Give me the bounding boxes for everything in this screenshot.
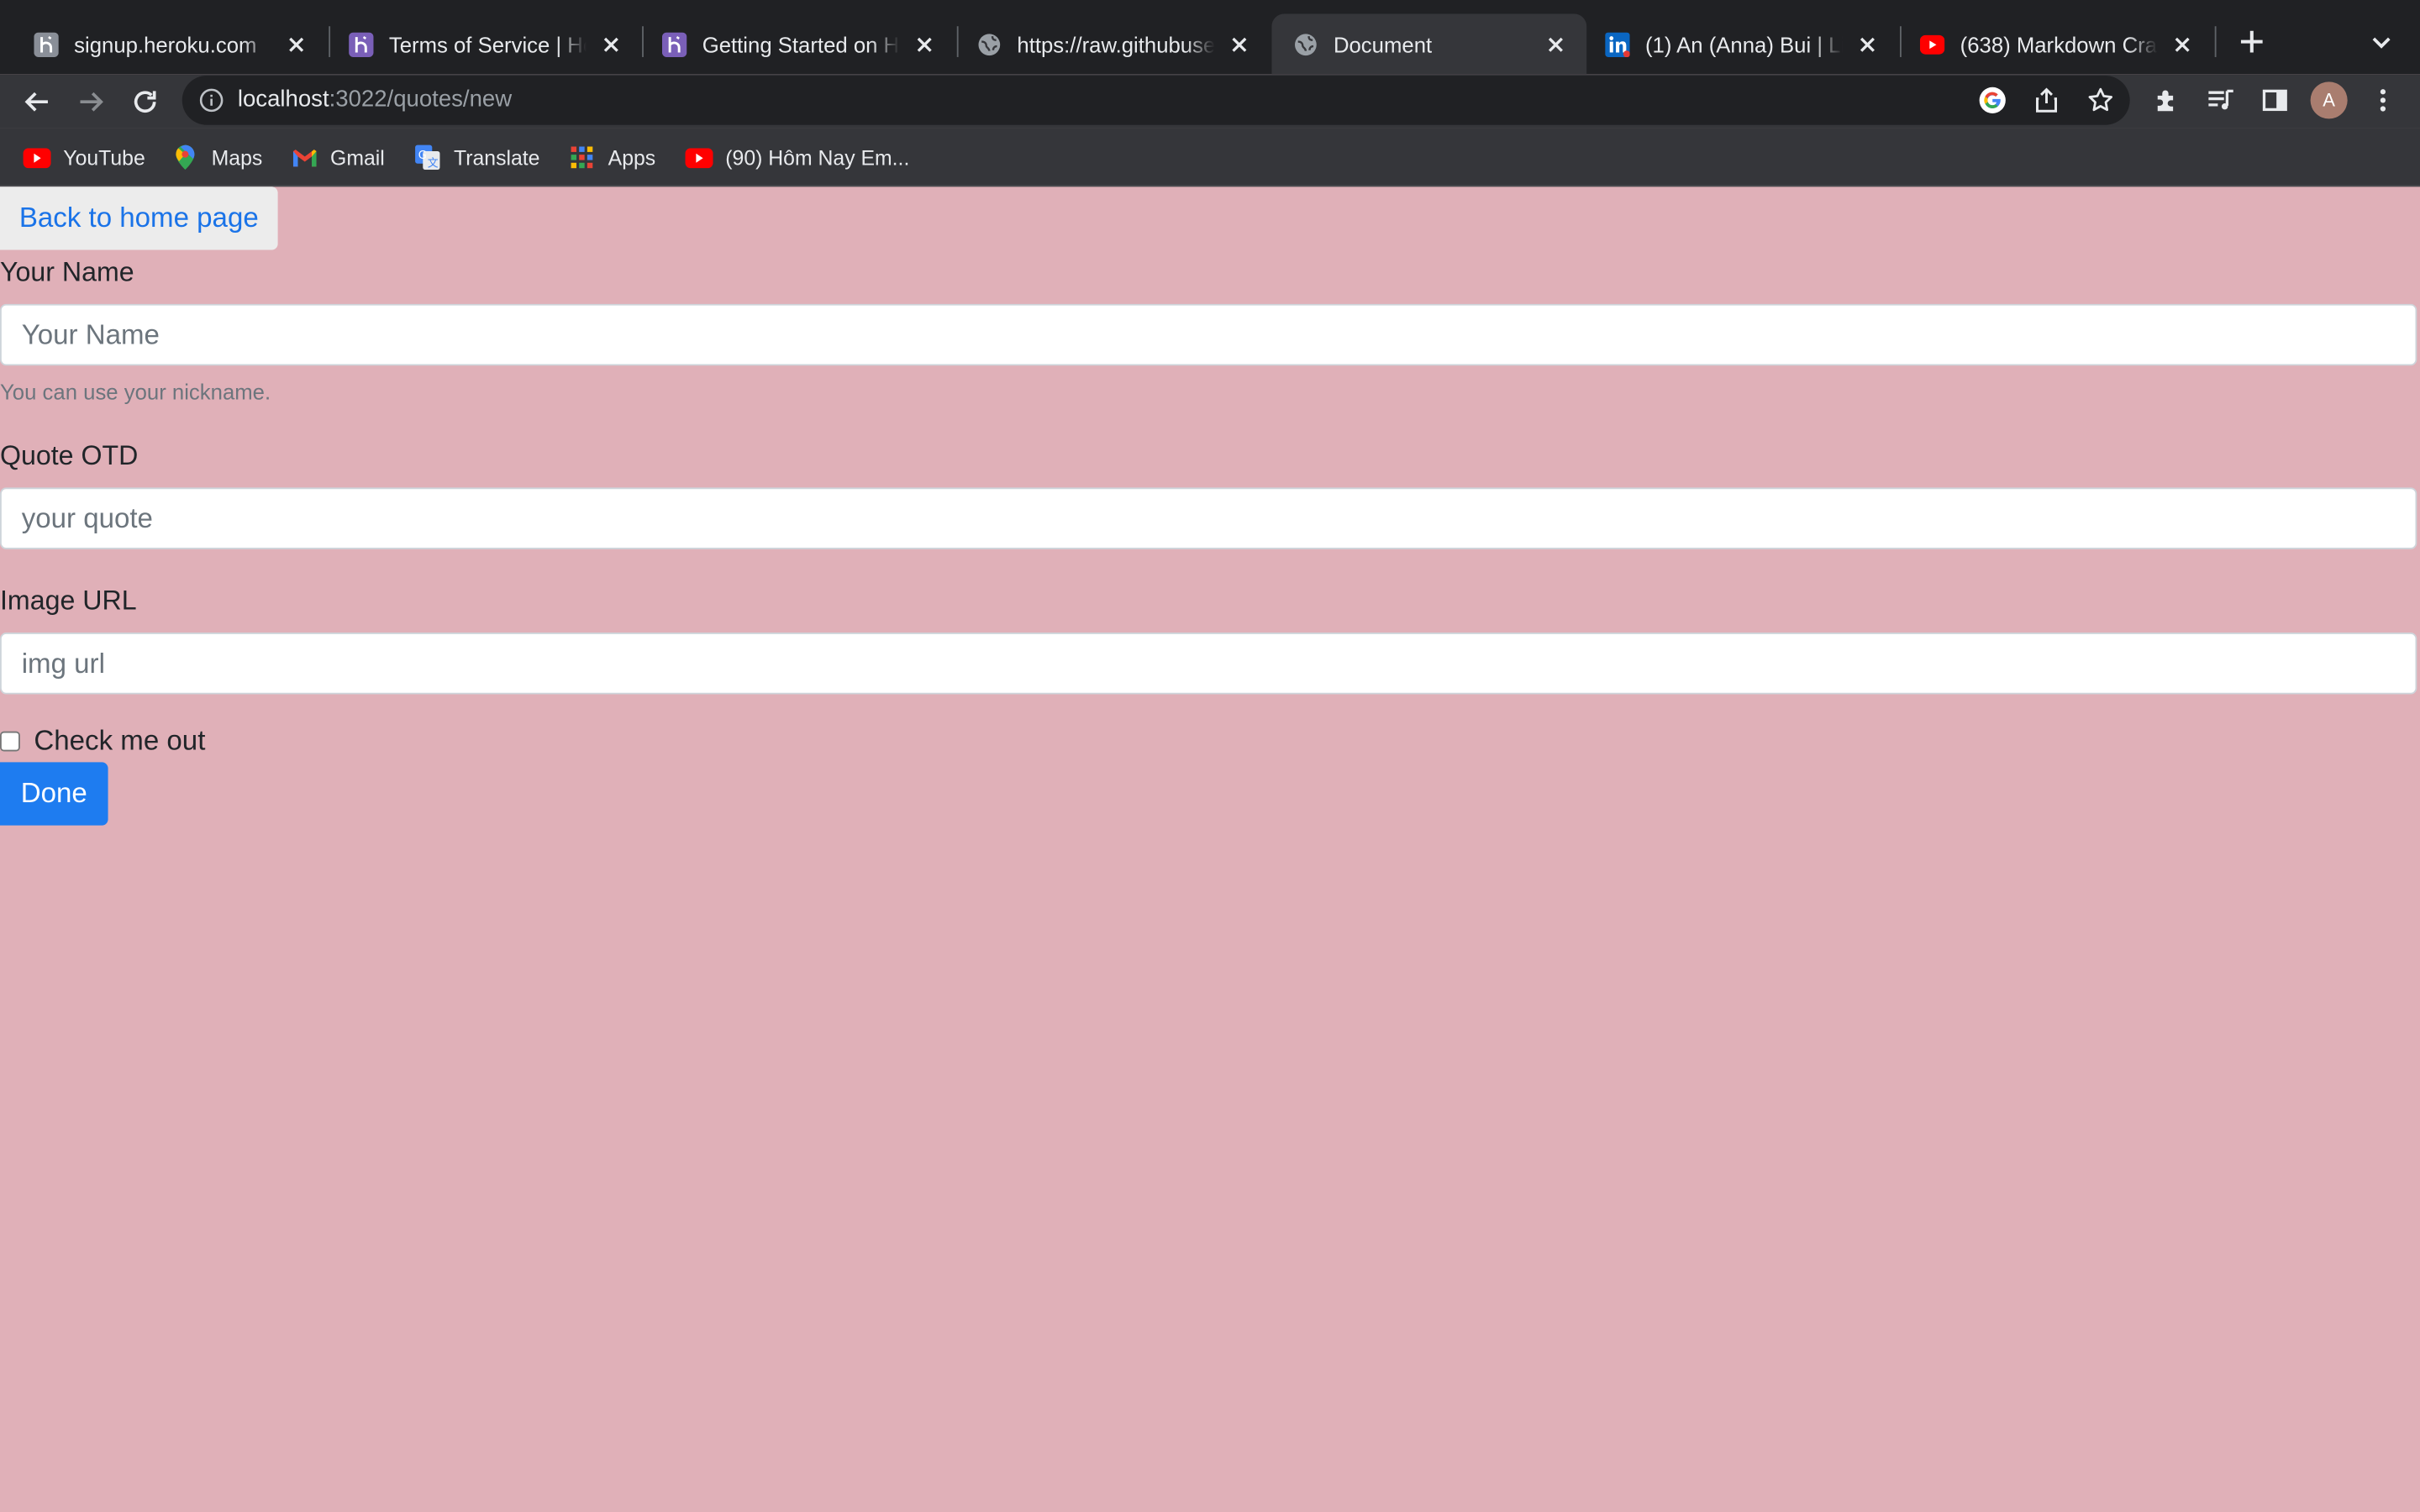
new-tab-plus-icon[interactable] xyxy=(2235,24,2269,58)
google-lens-icon[interactable] xyxy=(1979,87,2007,114)
tab-close-icon[interactable] xyxy=(599,32,623,56)
tab-heroku-getting-started[interactable]: Getting Started on Heroku xyxy=(629,14,955,75)
tab-raw-github[interactable]: https://raw.githubusercontent.com xyxy=(943,14,1270,75)
side-panel-icon[interactable] xyxy=(2261,87,2289,114)
tab-close-icon[interactable] xyxy=(1855,32,1880,56)
share-icon[interactable] xyxy=(2033,87,2060,114)
svg-text:文: 文 xyxy=(428,157,439,170)
check-me-out-checkbox[interactable] xyxy=(0,731,20,752)
profile-avatar[interactable]: A xyxy=(2310,81,2348,119)
heroku-favicon-icon xyxy=(661,31,687,57)
tab-close-icon[interactable] xyxy=(284,32,308,56)
tab-heroku-terms[interactable]: Terms of Service | Heroku xyxy=(315,14,642,75)
bookmarks-bar: YouTube Maps Gmail G文 Translate Apps (90… xyxy=(0,128,2420,187)
site-info-icon[interactable] xyxy=(199,88,224,113)
address-bar[interactable]: localhost:3022/quotes/new xyxy=(182,76,2130,125)
browser-toolbar: localhost:3022/quotes/new A xyxy=(0,74,2420,129)
tab-title: Getting Started on Heroku xyxy=(702,31,900,57)
translate-icon: G文 xyxy=(413,144,441,170)
tab-linkedin[interactable]: (1) An (Anna) Bui | LinkedIn xyxy=(1571,14,1898,75)
reload-icon[interactable] xyxy=(129,87,160,118)
forward-arrow-icon[interactable] xyxy=(76,87,107,118)
gmail-icon xyxy=(290,145,318,170)
check-me-out-label[interactable]: Check me out xyxy=(34,725,205,758)
bookmark-youtube-video[interactable]: (90) Hôm Nay Em... xyxy=(685,142,910,173)
bookmark-maps[interactable]: Maps xyxy=(171,142,262,173)
tab-close-icon[interactable] xyxy=(1544,32,1568,56)
back-to-home-link[interactable]: Back to home page xyxy=(0,186,278,250)
tab-search-chevron-down-icon[interactable] xyxy=(2368,28,2396,55)
tab-signup-heroku[interactable]: signup.heroku.com xyxy=(0,14,327,75)
back-arrow-icon[interactable] xyxy=(22,87,53,118)
tab-title: (1) An (Anna) Bui | LinkedIn xyxy=(1644,31,1843,57)
bookmark-label: (90) Hôm Nay Em... xyxy=(725,145,910,170)
tab-close-icon[interactable] xyxy=(913,32,937,56)
done-button[interactable]: Done xyxy=(0,762,108,826)
tab-close-icon[interactable] xyxy=(1227,32,1251,56)
quote-label: Quote OTD xyxy=(0,439,139,471)
bookmark-label: Apps xyxy=(608,145,656,170)
tab-youtube-markdown[interactable]: (638) Markdown Crash Course xyxy=(1886,14,2212,75)
quote-input[interactable] xyxy=(0,487,2417,549)
youtube-icon xyxy=(1919,32,1945,56)
url-path: :3022/quotes/new xyxy=(329,86,513,113)
globe-icon xyxy=(977,32,1002,56)
tab-title: signup.heroku.com xyxy=(74,31,257,57)
tab-separator xyxy=(2214,26,2217,57)
address-url[interactable]: localhost:3022/quotes/new xyxy=(238,87,512,113)
bookmark-label: YouTube xyxy=(63,145,145,170)
tab-title: https://raw.githubusercontent.com xyxy=(1017,31,1215,57)
bookmark-gmail[interactable]: Gmail xyxy=(290,142,385,173)
tab-title: (638) Markdown Crash Course xyxy=(1960,31,2158,57)
extensions-puzzle-icon[interactable] xyxy=(2153,87,2181,114)
youtube-icon xyxy=(23,145,51,170)
bookmark-label: Translate xyxy=(454,145,540,170)
bookmark-apps[interactable]: Apps xyxy=(568,142,655,173)
tab-strip: signup.heroku.com Terms of Service | Her… xyxy=(0,0,2420,75)
bookmark-star-icon[interactable] xyxy=(2086,87,2114,114)
svg-text:G: G xyxy=(418,150,427,162)
heroku-favicon-icon xyxy=(34,31,59,57)
maps-pin-icon xyxy=(171,144,199,171)
apps-grid-icon xyxy=(568,145,596,170)
heroku-favicon-icon xyxy=(349,31,374,57)
bookmark-label: Gmail xyxy=(330,145,385,170)
image-url-label: Image URL xyxy=(0,585,137,616)
youtube-icon xyxy=(685,145,713,170)
url-host: localhost xyxy=(237,86,329,113)
page-content: Back to home page Your Name You can use … xyxy=(0,186,2420,1512)
kebab-menu-icon[interactable] xyxy=(2369,87,2396,114)
media-controls-icon[interactable] xyxy=(2207,87,2235,114)
name-label: Your Name xyxy=(0,255,134,287)
bookmark-youtube[interactable]: YouTube xyxy=(23,142,145,173)
tab-title: Document xyxy=(1333,31,1433,57)
tab-title: Terms of Service | Heroku xyxy=(388,31,587,57)
name-input[interactable] xyxy=(0,303,2417,366)
tab-close-icon[interactable] xyxy=(2170,32,2194,56)
globe-icon xyxy=(1293,32,1318,56)
image-url-input[interactable] xyxy=(0,633,2417,695)
bookmark-translate[interactable]: G文 Translate xyxy=(413,142,539,173)
tab-document-active[interactable]: Document xyxy=(1271,13,1587,75)
name-help-text: You can use your nickname. xyxy=(0,379,271,405)
bookmark-label: Maps xyxy=(211,145,263,170)
linkedin-icon xyxy=(1605,31,1630,57)
